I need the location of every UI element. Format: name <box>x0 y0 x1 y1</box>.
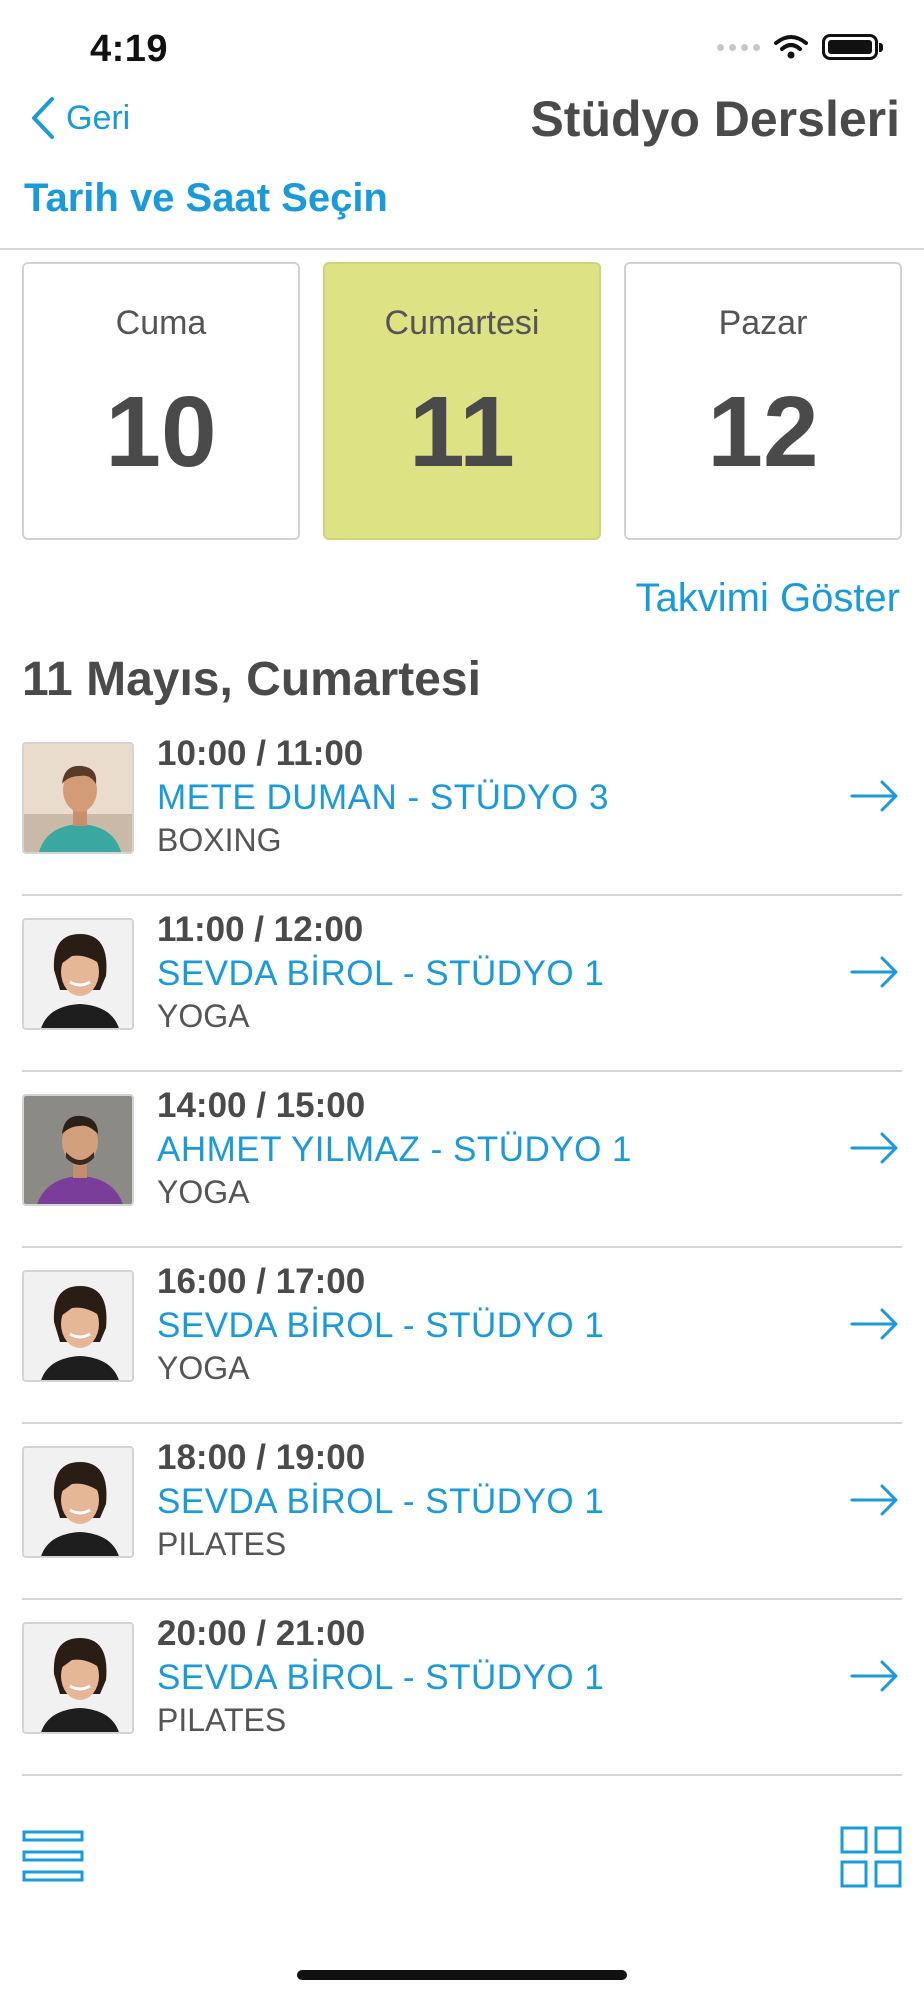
lesson-type: YOGA <box>157 1350 250 1386</box>
lesson-row[interactable]: 11:00 / 12:00 SEVDA BİROL - STÜDYO 1 YOG… <box>0 896 924 1072</box>
status-time: 4:19 <box>90 28 169 70</box>
date-heading: 11 Mayıs, Cumartesi <box>22 653 481 706</box>
chevron-left-icon <box>32 97 54 139</box>
avatar <box>22 918 134 1030</box>
row-divider <box>22 1774 902 1776</box>
header-divider <box>0 248 924 250</box>
lesson-coach: AHMET YILMAZ - STÜDYO 1 <box>157 1130 633 1169</box>
arrow-right-icon <box>850 956 898 988</box>
day-number: 10 <box>105 376 217 488</box>
page-title: Stüdyo Dersleri <box>530 91 900 147</box>
avatar <box>22 1270 134 1382</box>
lesson-time: 10:00 / 11:00 <box>157 734 364 773</box>
grid-view-icon[interactable] <box>840 1826 902 1888</box>
day-number: 12 <box>707 376 819 488</box>
status-icons <box>717 34 883 60</box>
lesson-time: 16:00 / 17:00 <box>157 1262 366 1301</box>
lesson-coach: METE DUMAN - STÜDYO 3 <box>157 778 609 817</box>
lesson-time: 14:00 / 15:00 <box>157 1086 366 1125</box>
avatar <box>22 1094 134 1206</box>
arrow-right-icon <box>850 1308 898 1340</box>
lesson-coach: SEVDA BİROL - STÜDYO 1 <box>157 1482 605 1521</box>
day-name: Pazar <box>718 304 808 342</box>
day-card-friday[interactable]: Cuma 10 <box>22 262 300 540</box>
home-indicator[interactable] <box>297 1970 627 1980</box>
day-card-saturday[interactable]: Cumartesi 11 <box>323 262 601 540</box>
battery-icon <box>822 34 883 60</box>
lesson-list: 10:00 / 11:00 METE DUMAN - STÜDYO 3 BOXI… <box>0 720 924 1776</box>
day-name: Cumartesi <box>384 304 540 342</box>
lesson-coach: SEVDA BİROL - STÜDYO 1 <box>157 1658 605 1697</box>
lesson-row[interactable]: 20:00 / 21:00 SEVDA BİROL - STÜDYO 1 PIL… <box>0 1600 924 1776</box>
back-button[interactable]: Geri <box>30 96 130 140</box>
show-calendar-link[interactable]: Takvimi Göster <box>636 576 901 621</box>
arrow-right-icon <box>850 780 898 812</box>
lesson-time: 18:00 / 19:00 <box>157 1438 366 1477</box>
lesson-type: YOGA <box>157 1174 250 1210</box>
arrow-right-icon <box>850 1660 898 1692</box>
list-view-icon[interactable] <box>22 1830 84 1882</box>
lesson-row[interactable]: 18:00 / 19:00 SEVDA BİROL - STÜDYO 1 PIL… <box>0 1424 924 1600</box>
avatar <box>22 1622 134 1734</box>
day-number: 11 <box>409 376 515 488</box>
lesson-row[interactable]: 16:00 / 17:00 SEVDA BİROL - STÜDYO 1 YOG… <box>0 1248 924 1424</box>
back-label: Geri <box>66 98 131 137</box>
status-bar: 4:19 <box>0 0 924 100</box>
arrow-right-icon <box>850 1132 898 1164</box>
lesson-type: PILATES <box>157 1702 287 1738</box>
lesson-row[interactable]: 10:00 / 11:00 METE DUMAN - STÜDYO 3 BOXI… <box>0 720 924 896</box>
wifi-icon <box>774 35 808 59</box>
lesson-time: 11:00 / 12:00 <box>157 910 364 949</box>
lesson-type: PILATES <box>157 1526 287 1562</box>
lesson-row[interactable]: 14:00 / 15:00 AHMET YILMAZ - STÜDYO 1 YO… <box>0 1072 924 1248</box>
arrow-right-icon <box>850 1484 898 1516</box>
lesson-type: BOXING <box>157 822 282 858</box>
avatar <box>22 1446 134 1558</box>
section-label: Tarih ve Saat Seçin <box>24 176 388 220</box>
avatar <box>22 742 134 854</box>
day-name: Cuma <box>115 304 207 342</box>
lesson-coach: SEVDA BİROL - STÜDYO 1 <box>157 954 605 993</box>
lesson-time: 20:00 / 21:00 <box>157 1614 366 1653</box>
signal-icon <box>717 43 760 51</box>
lesson-coach: SEVDA BİROL - STÜDYO 1 <box>157 1306 605 1345</box>
lesson-type: YOGA <box>157 998 250 1034</box>
day-card-sunday[interactable]: Pazar 12 <box>624 262 902 540</box>
